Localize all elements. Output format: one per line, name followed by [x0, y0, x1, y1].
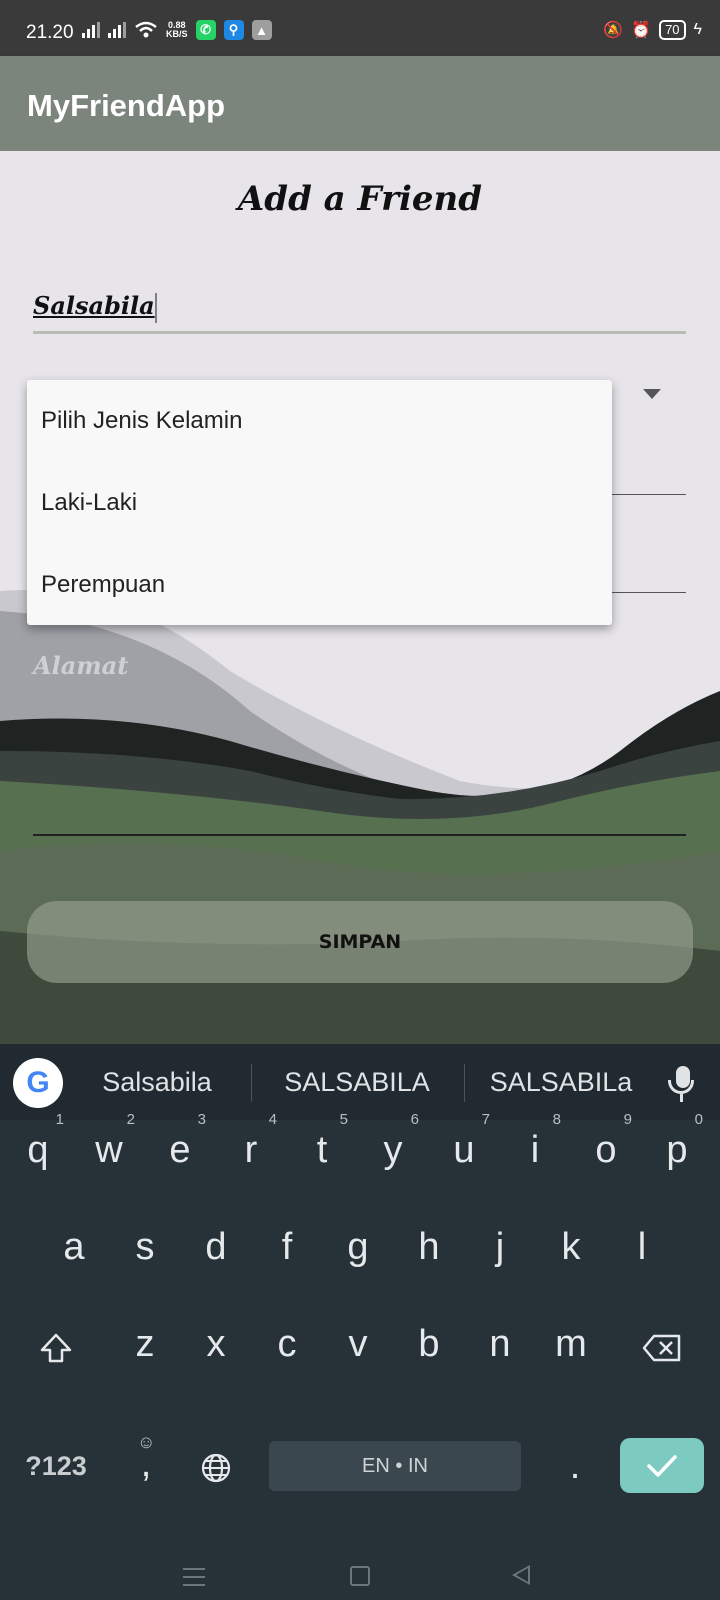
key-s[interactable]: s [115, 1207, 175, 1287]
status-bar: 21.20 0.88 KB/S ✆ ⚲ ▲ 🔕 ⏰ 70 ϟ [0, 0, 720, 56]
whatsapp-icon: ✆ [195, 20, 216, 40]
key-k[interactable]: k [541, 1207, 601, 1287]
globe-icon [201, 1453, 231, 1483]
net-speed: 0.88 KB/S [166, 20, 188, 39]
charging-icon: ϟ [693, 21, 702, 38]
alarm-icon: ⏰ [631, 22, 652, 39]
key-d[interactable]: d [186, 1207, 246, 1287]
key-c[interactable]: c [257, 1304, 317, 1384]
gender-dropdown-menu: Pilih Jenis Kelamin Laki-Laki Perempuan [27, 380, 612, 625]
symbols-key[interactable]: ?123 [16, 1426, 96, 1506]
key-p[interactable]: 0p [647, 1110, 707, 1190]
save-button[interactable]: SIMPAN [27, 901, 693, 983]
status-right-icons: 🔕 ⏰ 70 ϟ [603, 20, 702, 40]
vibrate-off-icon: 🔕 [603, 22, 624, 39]
key-q[interactable]: 1q [8, 1110, 68, 1190]
name-input[interactable]: Salsabila [33, 291, 686, 334]
address-underline [33, 834, 686, 836]
suggestion-item[interactable]: SALSABILa [472, 1044, 650, 1120]
key-period[interactable]: . [545, 1426, 605, 1506]
key-w[interactable]: 2w [79, 1110, 139, 1190]
key-m[interactable]: m [541, 1304, 601, 1384]
key-n[interactable]: n [470, 1304, 530, 1384]
soft-keyboard: G Salsabila SALSABILA SALSABILa 1q 2w 3e… [0, 1044, 720, 1600]
field-underline [600, 494, 686, 495]
dropdown-option[interactable]: Perempuan [27, 544, 612, 626]
page-title: Add a Friend [237, 179, 483, 219]
divider [251, 1064, 252, 1102]
key-h[interactable]: h [399, 1207, 459, 1287]
app-bar: MyFriendApp [0, 56, 720, 151]
recent-apps-icon[interactable] [183, 1568, 205, 1592]
key-r[interactable]: 4r [221, 1110, 281, 1190]
battery-icon: 70 [659, 20, 686, 40]
key-j[interactable]: j [470, 1207, 530, 1287]
signal-icon [108, 22, 126, 38]
space-bar[interactable]: EN • IN [269, 1441, 521, 1491]
checkmark-icon [647, 1454, 677, 1477]
status-time: 21.20 [26, 22, 74, 43]
key-e[interactable]: 3e [150, 1110, 210, 1190]
language-key[interactable] [186, 1426, 246, 1506]
field-underline [600, 592, 686, 593]
dropdown-arrow-icon[interactable] [643, 389, 661, 399]
address-input[interactable]: Alamat [33, 651, 128, 680]
dropdown-option[interactable]: Laki-Laki [27, 462, 612, 544]
key-i[interactable]: 8i [505, 1110, 565, 1190]
key-o[interactable]: 9o [576, 1110, 636, 1190]
shift-icon [40, 1333, 72, 1363]
backspace-icon [642, 1334, 681, 1362]
google-icon[interactable]: G [13, 1058, 63, 1108]
enter-key[interactable] [620, 1438, 704, 1493]
key-z[interactable]: z [115, 1304, 175, 1384]
key-u[interactable]: 7u [434, 1110, 494, 1190]
key-f[interactable]: f [257, 1207, 317, 1287]
key-t[interactable]: 5t [292, 1110, 352, 1190]
suggestion-item[interactable]: Salsabila [72, 1044, 242, 1120]
dropdown-option[interactable]: Pilih Jenis Kelamin [27, 380, 612, 462]
key-b[interactable]: b [399, 1304, 459, 1384]
key-y[interactable]: 6y [363, 1110, 423, 1190]
home-icon[interactable] [350, 1566, 370, 1586]
shift-key[interactable] [26, 1306, 86, 1386]
usb-icon: ⚲ [223, 20, 244, 40]
suggestion-strip: G Salsabila SALSABILA SALSABILa [0, 1044, 720, 1120]
backspace-key[interactable] [632, 1306, 692, 1386]
key-a[interactable]: a [44, 1207, 104, 1287]
app-title: MyFriendApp [27, 88, 226, 123]
status-left-icons: 0.88 KB/S ✆ ⚲ ▲ [82, 20, 272, 40]
key-x[interactable]: x [186, 1304, 246, 1384]
app-notification-icon: ▲ [251, 20, 272, 40]
suggestion-item[interactable]: SALSABILA [262, 1044, 452, 1120]
wifi-icon [135, 21, 157, 38]
system-nav-bar [0, 1554, 720, 1600]
key-g[interactable]: g [328, 1207, 388, 1287]
name-input-value: Salsabila [33, 291, 155, 320]
emoji-comma-key[interactable]: ☺ , [116, 1424, 176, 1504]
text-cursor [154, 292, 157, 323]
divider [464, 1064, 465, 1102]
key-l[interactable]: l [612, 1207, 672, 1287]
emoji-icon: ☺ [137, 1432, 156, 1452]
signal-icon [82, 22, 100, 38]
key-v[interactable]: v [328, 1304, 388, 1384]
